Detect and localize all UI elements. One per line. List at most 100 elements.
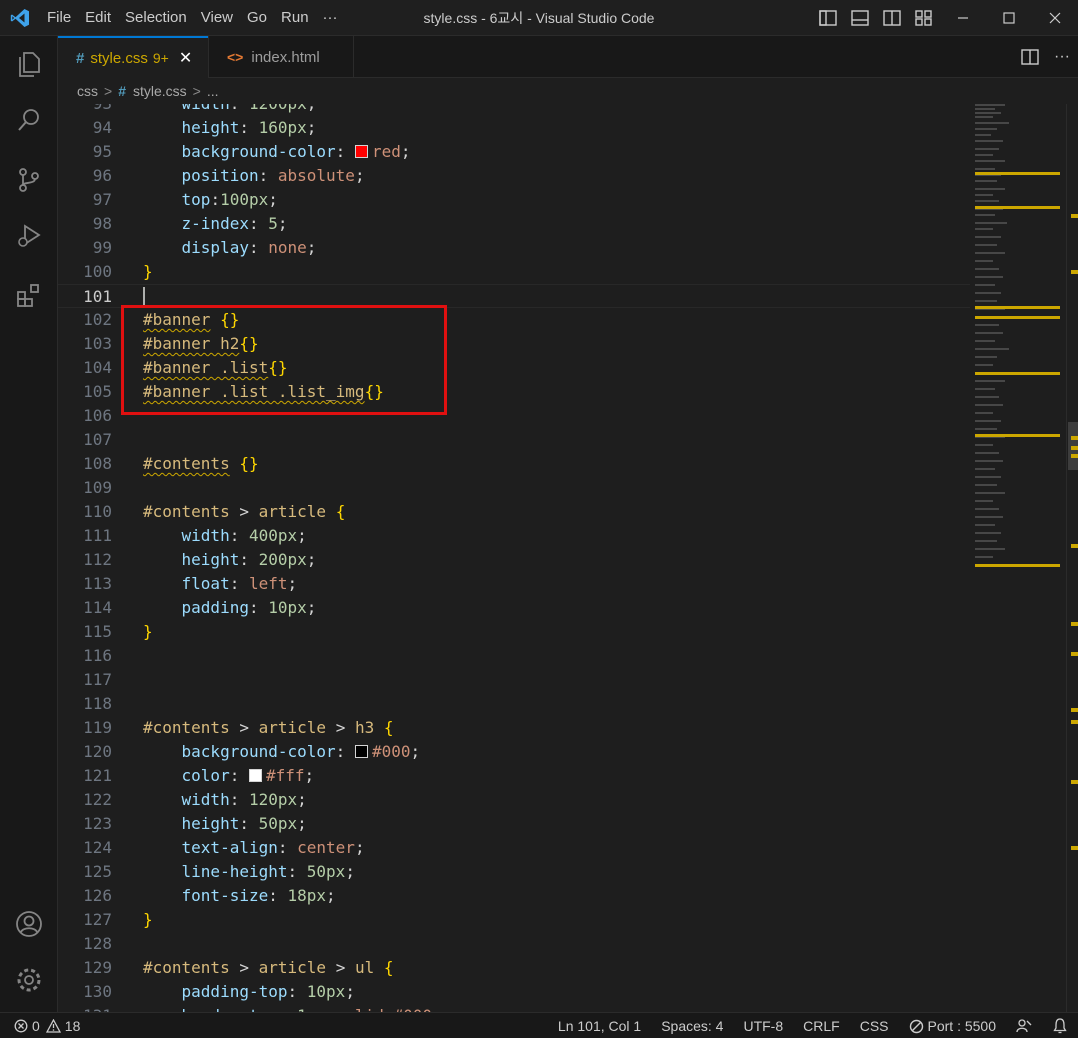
- code-line[interactable]: 95 background-color: red;: [58, 140, 970, 164]
- run-debug-icon[interactable]: [0, 212, 58, 260]
- code-text[interactable]: line-height: 50px;: [143, 860, 355, 884]
- code-line[interactable]: 117: [58, 668, 970, 692]
- indentation[interactable]: Spaces: 4: [651, 1013, 733, 1038]
- end-of-line[interactable]: CRLF: [793, 1013, 850, 1038]
- code-line[interactable]: 111 width: 400px;: [58, 524, 970, 548]
- menu-view[interactable]: View: [194, 0, 240, 36]
- code-text[interactable]: height: 200px;: [143, 548, 317, 572]
- code-text[interactable]: #contents > article {: [143, 500, 345, 524]
- encoding[interactable]: UTF-8: [733, 1013, 793, 1038]
- code-line[interactable]: 123 height: 50px;: [58, 812, 970, 836]
- tab-index-html[interactable]: <> index.html: [208, 36, 354, 78]
- color-swatch[interactable]: [354, 745, 368, 758]
- code-line[interactable]: 109: [58, 476, 970, 500]
- code-line[interactable]: 110 #contents > article {: [58, 500, 970, 524]
- toggle-panel-icon[interactable]: [844, 0, 876, 36]
- explorer-icon[interactable]: [0, 40, 58, 88]
- code-line[interactable]: 119 #contents > article > h3 {: [58, 716, 970, 740]
- code-text[interactable]: }: [143, 908, 153, 932]
- code-line[interactable]: 94 height: 160px;: [58, 116, 970, 140]
- color-swatch[interactable]: [354, 145, 368, 158]
- code-lines[interactable]: 93 width: 1200px;94 height: 160px;95 bac…: [58, 104, 970, 1012]
- code-line[interactable]: 93 width: 1200px;: [58, 104, 970, 116]
- menu-go[interactable]: Go: [240, 0, 274, 36]
- vertical-scrollbar[interactable]: [1066, 104, 1078, 1012]
- extensions-icon[interactable]: [0, 272, 58, 320]
- code-text[interactable]: background-color: #000;: [143, 740, 421, 764]
- breadcrumb-folder[interactable]: css: [77, 83, 98, 99]
- code-line[interactable]: 96 position: absolute;: [58, 164, 970, 188]
- code-line[interactable]: 107: [58, 428, 970, 452]
- code-line[interactable]: 112 height: 200px;: [58, 548, 970, 572]
- code-line[interactable]: 116: [58, 644, 970, 668]
- code-text[interactable]: width: 1200px;: [143, 104, 317, 116]
- minimap[interactable]: [970, 104, 1066, 1012]
- code-text[interactable]: height: 50px;: [143, 812, 307, 836]
- code-line[interactable]: 131 border-top: 1px solid #000;: [58, 1004, 970, 1012]
- code-line[interactable]: 99 display: none;: [58, 236, 970, 260]
- code-line[interactable]: 120 background-color: #000;: [58, 740, 970, 764]
- code-text[interactable]: width: 400px;: [143, 524, 307, 548]
- close-tab-icon[interactable]: ✕: [179, 48, 192, 68]
- menu-file[interactable]: File: [40, 0, 78, 36]
- code-text[interactable]: position: absolute;: [143, 164, 365, 188]
- notifications-bell-icon[interactable]: [1042, 1013, 1078, 1038]
- code-line[interactable]: 100}: [58, 260, 970, 284]
- language-mode[interactable]: CSS: [850, 1013, 899, 1038]
- menu-edit[interactable]: Edit: [78, 0, 118, 36]
- code-text[interactable]: font-size: 18px;: [143, 884, 336, 908]
- accounts-feedback-icon[interactable]: [1006, 1013, 1042, 1038]
- problems-status[interactable]: 0 18: [14, 1013, 80, 1038]
- search-icon[interactable]: [0, 96, 58, 144]
- maximize-icon[interactable]: [986, 0, 1032, 36]
- code-line[interactable]: 114 padding: 10px;: [58, 596, 970, 620]
- code-text[interactable]: padding-top: 10px;: [143, 980, 355, 1004]
- code-line[interactable]: 126 font-size: 18px;: [58, 884, 970, 908]
- code-text[interactable]: #contents {}: [143, 452, 259, 476]
- code-text[interactable]: display: none;: [143, 236, 317, 260]
- code-text[interactable]: border-top: 1px solid #000;: [143, 1004, 442, 1012]
- code-line[interactable]: 113 float: left;: [58, 572, 970, 596]
- code-text[interactable]: #contents > article > h3 {: [143, 716, 394, 740]
- code-text[interactable]: }: [143, 260, 153, 284]
- code-line[interactable]: 118: [58, 692, 970, 716]
- code-text[interactable]: height: 160px;: [143, 116, 317, 140]
- code-text[interactable]: #contents > article > ul {: [143, 956, 394, 980]
- code-text[interactable]: color: #fff;: [143, 764, 315, 788]
- code-line[interactable]: 128: [58, 932, 970, 956]
- breadcrumb-file[interactable]: style.css: [133, 83, 187, 99]
- minimize-icon[interactable]: [940, 0, 986, 36]
- color-swatch[interactable]: [248, 769, 262, 782]
- code-line[interactable]: 127}: [58, 908, 970, 932]
- code-line[interactable]: 130 padding-top: 10px;: [58, 980, 970, 1004]
- code-line[interactable]: 124 text-align: center;: [58, 836, 970, 860]
- code-text[interactable]: padding: 10px;: [143, 596, 317, 620]
- code-line[interactable]: 98 z-index: 5;: [58, 212, 970, 236]
- code-text[interactable]: float: left;: [143, 572, 298, 596]
- menu-run[interactable]: Run: [274, 0, 316, 36]
- toggle-secondary-sidebar-icon[interactable]: [876, 0, 908, 36]
- more-actions-icon[interactable]: ···: [1046, 39, 1078, 75]
- code-text[interactable]: background-color: red;: [143, 140, 411, 164]
- code-editor[interactable]: 93 width: 1200px;94 height: 160px;95 bac…: [58, 104, 1078, 1012]
- code-text[interactable]: top:100px;: [143, 188, 278, 212]
- cursor-position[interactable]: Ln 101, Col 1: [548, 1013, 651, 1038]
- code-line[interactable]: 97 top:100px;: [58, 188, 970, 212]
- breadcrumb-symbols[interactable]: ...: [207, 83, 219, 99]
- code-text[interactable]: z-index: 5;: [143, 212, 288, 236]
- close-window-icon[interactable]: [1032, 0, 1078, 36]
- tab-style-css[interactable]: # style.css 9+ ✕: [58, 36, 208, 78]
- settings-gear-icon[interactable]: [0, 956, 58, 1004]
- live-server-port[interactable]: Port : 5500: [899, 1013, 1007, 1038]
- code-text[interactable]: width: 120px;: [143, 788, 307, 812]
- menu-more[interactable]: ···: [316, 0, 345, 36]
- customize-layout-icon[interactable]: [908, 0, 940, 36]
- code-line[interactable]: 122 width: 120px;: [58, 788, 970, 812]
- code-line[interactable]: 121 color: #fff;: [58, 764, 970, 788]
- code-text[interactable]: text-align: center;: [143, 836, 365, 860]
- code-line[interactable]: 125 line-height: 50px;: [58, 860, 970, 884]
- code-line[interactable]: 129 #contents > article > ul {: [58, 956, 970, 980]
- menu-selection[interactable]: Selection: [118, 0, 194, 36]
- toggle-primary-sidebar-icon[interactable]: [812, 0, 844, 36]
- split-editor-icon[interactable]: [1014, 39, 1046, 75]
